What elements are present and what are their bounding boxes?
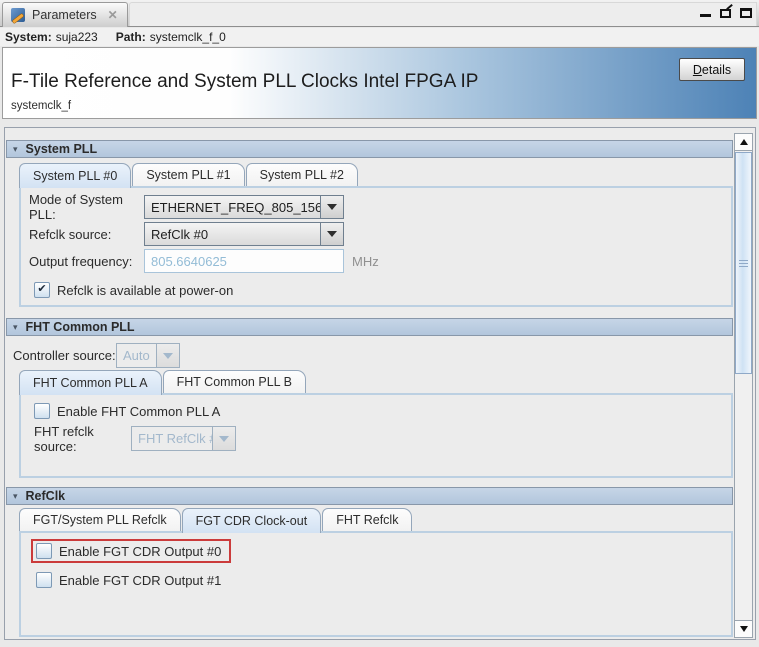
enable-fht-pll-a-checkbox[interactable]: [34, 403, 50, 419]
enable-fht-pll-a-checkbox-row[interactable]: Enable FHT Common PLL A: [34, 403, 731, 419]
path-label: Path:: [116, 30, 146, 44]
fht-refclk-source-dropdown-value: FHT RefClk #0: [132, 427, 212, 450]
scroll-up-button[interactable]: [735, 134, 752, 151]
enable-fgt-cdr-output-0-checkbox[interactable]: [36, 543, 52, 559]
maximize-icon[interactable]: [740, 8, 752, 18]
tab-fht-common-pll-a[interactable]: FHT Common PLL A: [19, 370, 162, 395]
system-label: System:: [5, 30, 52, 44]
ip-banner: F-Tile Reference and System PLL Clocks I…: [2, 47, 757, 119]
system-pll-tabs: System PLL #0 System PLL #1 System PLL #…: [19, 163, 733, 186]
refclk-tab-panel: Enable FGT CDR Output #0 Enable FGT CDR …: [19, 531, 733, 637]
controller-source-dropdown-value: Auto: [117, 344, 156, 367]
collapse-triangle-icon: ▾: [13, 492, 18, 501]
scroll-down-button[interactable]: [735, 620, 752, 637]
refclk-source-dropdown-value: RefClk #0: [145, 223, 320, 245]
tab-fgt-cdr-clock-out[interactable]: FGT CDR Clock-out: [182, 508, 322, 533]
enable-fgt-cdr-output-1-checkbox[interactable]: [36, 572, 52, 588]
fht-refclk-source-row: FHT refclk source: FHT RefClk #0: [34, 426, 731, 451]
enable-fgt-cdr-output-0-label: Enable FGT CDR Output #0: [59, 544, 221, 559]
details-button[interactable]: Details: [679, 58, 745, 81]
enable-fgt-cdr-output-0-checkbox-row[interactable]: Enable FGT CDR Output #0: [36, 543, 221, 559]
tab-system-pll-2[interactable]: System PLL #2: [246, 163, 358, 186]
tab-bar-empty-area: [129, 2, 757, 26]
parameters-tab-label: Parameters: [32, 8, 97, 22]
collapse-triangle-icon: ▾: [13, 323, 18, 332]
instance-name: systemclk_f: [11, 100, 71, 112]
frequency-unit: MHz: [352, 254, 379, 269]
section-title-refclk: RefClk: [26, 489, 66, 503]
minimize-icon[interactable]: [700, 7, 711, 18]
parameters-view-tab[interactable]: Parameters ✕: [2, 2, 128, 27]
section-fht-common-pll[interactable]: ▾ FHT Common PLL: [6, 318, 733, 336]
enable-fgt-cdr-output-1-checkbox-row[interactable]: Enable FGT CDR Output #1: [36, 572, 731, 588]
highlight-box: Enable FGT CDR Output #0: [31, 539, 231, 563]
section-system-pll[interactable]: ▾ System PLL: [6, 140, 733, 158]
output-frequency-label: Output frequency:: [29, 254, 144, 269]
fht-refclk-source-label: FHT refclk source:: [34, 424, 131, 454]
output-frequency-field: 805.6640625: [144, 249, 344, 273]
tab-fht-refclk[interactable]: FHT Refclk: [322, 508, 412, 531]
window-controls: [700, 6, 752, 18]
controller-source-row: Controller source: Auto: [13, 343, 733, 368]
fht-common-pll-tabs: FHT Common PLL A FHT Common PLL B: [19, 370, 733, 393]
fht-refclk-source-dropdown: FHT RefClk #0: [131, 426, 236, 451]
parameters-icon: [11, 8, 25, 22]
refclk-poweron-label: Refclk is available at power-on: [57, 283, 233, 298]
mode-label: Mode of System PLL:: [29, 192, 144, 222]
path-value: systemclk_f_0: [150, 30, 226, 44]
output-frequency-row: Output frequency: 805.6640625 MHz: [29, 249, 731, 273]
refclk-source-row: Refclk source: RefClk #0: [29, 222, 731, 246]
view-tab-bar: Parameters ✕: [0, 0, 759, 27]
dropdown-arrow-icon: [212, 427, 235, 450]
refclk-poweron-checkbox[interactable]: ✔: [34, 282, 50, 298]
refclk-tabs: FGT/System PLL Refclk FGT CDR Clock-out …: [19, 508, 733, 531]
dropdown-arrow-icon[interactable]: [320, 223, 343, 245]
scroll-content: ▾ System PLL System PLL #0 System PLL #1…: [6, 132, 733, 637]
section-title-system-pll: System PLL: [26, 142, 98, 156]
refclk-poweron-checkbox-row[interactable]: ✔ Refclk is available at power-on: [34, 282, 731, 298]
dropdown-arrow-icon: [156, 344, 179, 367]
mode-dropdown-value: ETHERNET_FREQ_805_156: [145, 196, 320, 218]
checkmark-icon: ✔: [37, 284, 46, 295]
mode-row: Mode of System PLL: ETHERNET_FREQ_805_15…: [29, 195, 731, 219]
section-refclk[interactable]: ▾ RefClk: [6, 487, 733, 505]
system-path-row: System: suja223 Path: systemclk_f_0: [0, 28, 759, 46]
dropdown-arrow-icon[interactable]: [320, 196, 343, 218]
tab-system-pll-1[interactable]: System PLL #1: [132, 163, 244, 186]
enable-fgt-cdr-output-1-label: Enable FGT CDR Output #1: [59, 573, 221, 588]
refclk-source-dropdown[interactable]: RefClk #0: [144, 222, 344, 246]
close-icon[interactable]: ✕: [108, 8, 118, 22]
scrollbar-thumb[interactable]: [735, 152, 752, 374]
controller-source-label: Controller source:: [13, 348, 116, 363]
details-label-rest: etails: [702, 63, 731, 77]
page-title: F-Tile Reference and System PLL Clocks I…: [11, 71, 478, 93]
collapse-triangle-icon: ▾: [13, 145, 18, 154]
system-pll-tab-panel: Mode of System PLL: ETHERNET_FREQ_805_15…: [19, 186, 733, 307]
vertical-scrollbar[interactable]: [734, 133, 753, 638]
details-accesskey: D: [693, 63, 702, 77]
mode-dropdown[interactable]: ETHERNET_FREQ_805_156: [144, 195, 344, 219]
enable-fht-pll-a-label: Enable FHT Common PLL A: [57, 404, 220, 419]
restore-icon[interactable]: [720, 9, 731, 18]
parameters-panel: ▾ System PLL System PLL #0 System PLL #1…: [4, 127, 756, 640]
tab-fht-common-pll-b[interactable]: FHT Common PLL B: [163, 370, 306, 393]
tab-system-pll-0[interactable]: System PLL #0: [19, 163, 131, 188]
refclk-source-label: Refclk source:: [29, 227, 144, 242]
controller-source-dropdown: Auto: [116, 343, 180, 368]
tab-fgt-system-pll-refclk[interactable]: FGT/System PLL Refclk: [19, 508, 181, 531]
section-title-fht-common-pll: FHT Common PLL: [26, 320, 135, 334]
system-value: suja223: [56, 30, 98, 44]
fht-common-pll-tab-panel: Enable FHT Common PLL A FHT refclk sourc…: [19, 393, 733, 478]
